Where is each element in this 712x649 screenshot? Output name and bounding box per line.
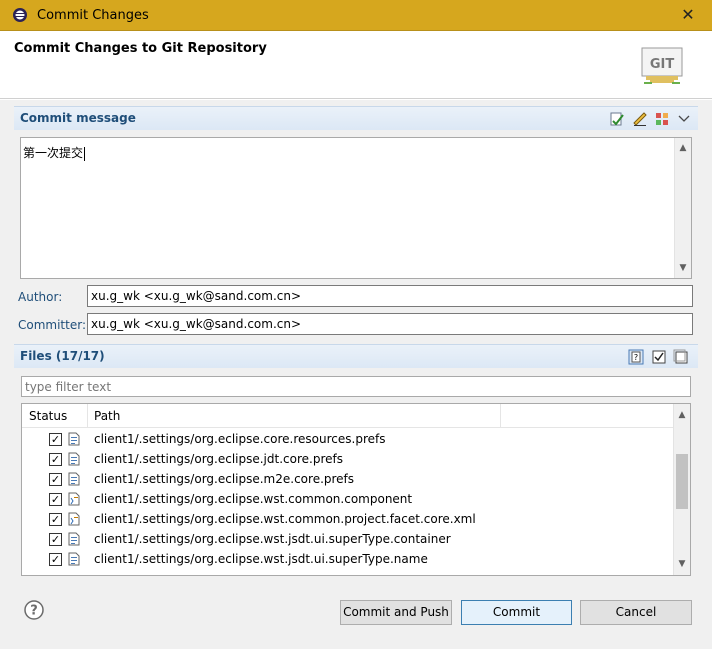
close-icon: ✕ [681, 5, 695, 24]
file-path: client1/.settings/org.eclipse.wst.jsdt.u… [94, 532, 451, 546]
file-checkbox[interactable]: ✓ [49, 433, 62, 446]
commit-message-text: 第一次提交 [23, 146, 84, 160]
files-title: Files (17/17) [20, 349, 105, 363]
sign-off-icon[interactable] [632, 111, 648, 127]
author-field[interactable]: xu.g_wk <xu.g_wk@sand.com.cn> [87, 285, 693, 307]
svg-text:?: ? [634, 353, 638, 362]
scroll-down-icon[interactable]: ▼ [674, 556, 690, 572]
commit-message-section-header: Commit message [14, 106, 698, 130]
file-path: client1/.settings/org.eclipse.jdt.core.p… [94, 452, 343, 466]
files-table-header: Status Path [22, 404, 674, 428]
table-row[interactable]: ✓ client1/.settings/org.eclipse.jdt.core… [22, 449, 674, 469]
xml-file-icon [68, 512, 80, 526]
close-button[interactable]: ✕ [673, 3, 703, 27]
spell-check-icon[interactable] [609, 111, 625, 127]
file-checkbox[interactable]: ✓ [49, 533, 62, 546]
show-untracked-icon[interactable]: ? [628, 349, 644, 365]
prefs-file-icon [68, 472, 80, 486]
table-row[interactable]: ✓ client1/.settings/org.eclipse.wst.jsdt… [22, 529, 674, 549]
files-section-header: Files (17/17) ? [14, 344, 698, 368]
dialog-header: Commit Changes to Git Repository GIT [0, 31, 712, 99]
amend-commit-icon[interactable] [654, 111, 670, 127]
deselect-all-icon[interactable] [673, 349, 689, 365]
select-all-icon[interactable] [651, 349, 667, 365]
scroll-up-icon[interactable]: ▲ [675, 140, 691, 156]
commit-and-push-button[interactable]: Commit and Push [340, 600, 452, 625]
svg-text:?: ? [30, 604, 38, 619]
git-logo: GIT [641, 47, 683, 84]
table-row[interactable]: ✓ client1/.settings/org.eclipse.core.res… [22, 429, 674, 449]
text-caret [84, 146, 86, 161]
xml-file-icon [68, 492, 80, 506]
dialog-heading: Commit Changes to Git Repository [14, 41, 267, 56]
file-path: client1/.settings/org.eclipse.wst.jsdt.u… [94, 552, 428, 566]
table-row[interactable]: ✓ client1/.settings/org.eclipse.m2e.core… [22, 469, 674, 489]
path-column-header[interactable]: Path [94, 409, 120, 423]
window-title: Commit Changes [37, 8, 149, 23]
title-bar: Commit Changes ✕ [0, 0, 712, 31]
help-icon[interactable]: ? [24, 600, 44, 620]
prefs-file-icon [68, 452, 80, 466]
file-path: client1/.settings/org.eclipse.wst.common… [94, 512, 476, 526]
files-scrollbar[interactable]: ▲ ▼ [673, 404, 690, 575]
prefs-file-icon [68, 532, 80, 546]
file-checkbox[interactable]: ✓ [49, 553, 62, 566]
table-row[interactable]: ✓ client1/.settings/org.eclipse.wst.comm… [22, 489, 674, 509]
file-filter-input[interactable]: type filter text [21, 376, 691, 397]
scroll-thumb[interactable] [676, 454, 688, 509]
status-column-header[interactable]: Status [29, 409, 67, 423]
file-path: client1/.settings/org.eclipse.wst.common… [94, 492, 413, 506]
cancel-button[interactable]: Cancel [580, 600, 692, 625]
prefs-file-icon [68, 552, 80, 566]
git-logo-text: GIT [650, 57, 675, 72]
commit-message-input[interactable]: 第一次提交 ▲ ▼ [20, 137, 692, 279]
file-checkbox[interactable]: ✓ [49, 493, 62, 506]
eclipse-icon [13, 8, 27, 22]
file-path: client1/.settings/org.eclipse.core.resou… [94, 432, 386, 446]
commit-button[interactable]: Commit [461, 600, 572, 625]
files-table: Status Path ✓ client1/.settings/org.ecli… [21, 403, 691, 576]
author-label: Author: [18, 290, 63, 304]
scroll-up-icon[interactable]: ▲ [674, 407, 690, 423]
committer-label: Committer: [18, 318, 86, 332]
files-rows: ✓ client1/.settings/org.eclipse.core.res… [22, 429, 674, 569]
file-checkbox[interactable]: ✓ [49, 513, 62, 526]
commit-message-scrollbar[interactable]: ▲ ▼ [674, 138, 691, 278]
file-path: client1/.settings/org.eclipse.m2e.core.p… [94, 472, 355, 486]
table-row[interactable]: ✓ client1/.settings/org.eclipse.wst.jsdt… [22, 549, 674, 569]
dialog-body: Commit message 第一次提交 ▲ ▼ Author: xu.g_wk [0, 100, 712, 649]
file-checkbox[interactable]: ✓ [49, 453, 62, 466]
commit-message-title: Commit message [20, 111, 136, 125]
scroll-down-icon[interactable]: ▼ [675, 260, 691, 276]
file-checkbox[interactable]: ✓ [49, 473, 62, 486]
committer-field[interactable]: xu.g_wk <xu.g_wk@sand.com.cn> [87, 313, 693, 335]
view-menu-chevron-icon[interactable] [676, 111, 692, 127]
prefs-file-icon [68, 432, 80, 446]
table-row[interactable]: ✓ client1/.settings/org.eclipse.wst.comm… [22, 509, 674, 529]
